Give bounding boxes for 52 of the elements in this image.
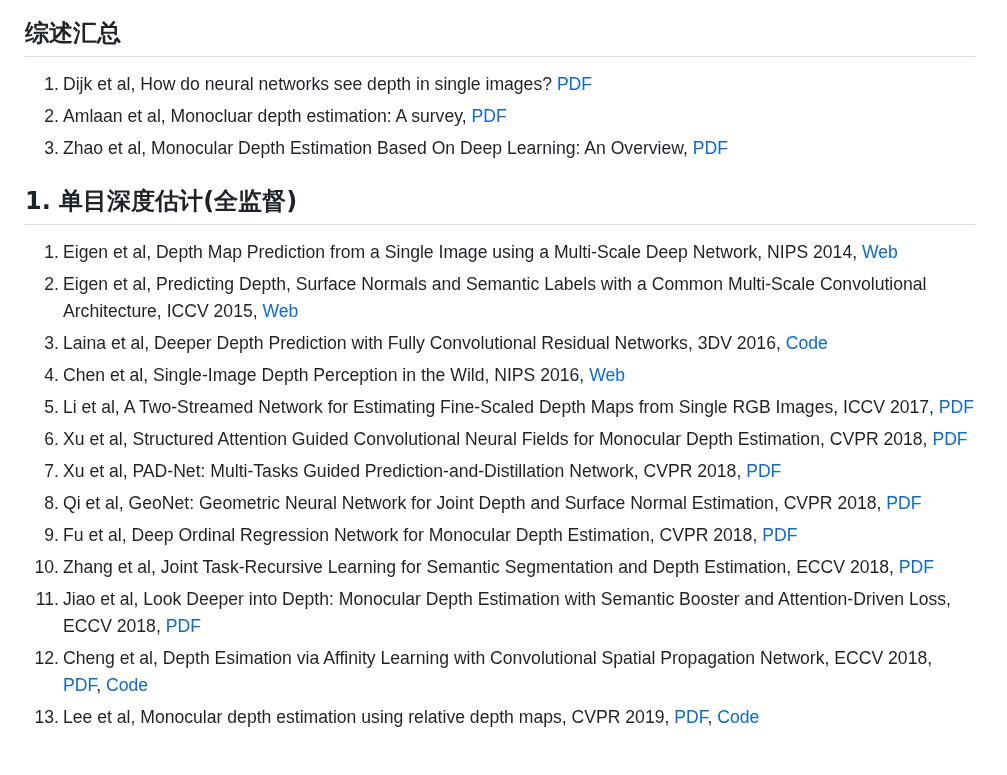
list-number: 9.	[43, 524, 60, 547]
reference-text: Xu et al, Structured Attention Guided Convolutional Neural Fields for Monocular Depth Estimation, CVPR 2018, PDF	[63, 428, 969, 451]
reference-text: Li et al, A Two-Streamed Network for Estimating Fine-Scaled Depth Maps from Single RGB Images, ICCV 2017, PDF	[63, 396, 975, 419]
reference-text: Xu et al, PAD-Net: Multi-Tasks Guided Prediction-and-Distillation Network, CVPR 2018, PDF	[63, 460, 783, 483]
reference-link[interactable]: PDF	[932, 429, 968, 449]
list-number: 1.	[43, 241, 60, 264]
reference-text: Zhao et al, Monocular Depth Estimation Based On Deep Learning: An Overview, PDF	[63, 137, 729, 160]
reference-link[interactable]: PDF	[556, 74, 593, 94]
list-number: 12.	[33, 647, 60, 670]
reference-link[interactable]: Code	[106, 675, 149, 695]
reference-text: Amlaan et al, Monocluar depth estimation: A survey, PDF	[63, 105, 508, 128]
reference-text: Laina et al, Deeper Depth Prediction with Fully Convolutional Residual Networks, 3DV 2016, Code	[63, 332, 829, 355]
reference-link[interactable]: Code	[785, 333, 828, 353]
section-heading: 综述汇总	[25, 16, 975, 57]
reference-link[interactable]: PDF	[674, 707, 708, 727]
reference-link[interactable]: PDF	[762, 525, 798, 545]
reference-text: Fu et al, Deep Ordinal Regression Network for Monocular Depth Estimation, CVPR 2018, PDF	[63, 524, 799, 547]
list-number: 2.	[43, 273, 60, 296]
reference-link[interactable]: PDF	[165, 616, 201, 636]
reference-text: Jiao et al, Look Deeper into Depth: Monocular Depth Estimation with Semantic Booster and Attention-Driven Loss, ECCV 2018, PDF	[63, 588, 952, 638]
reference-link[interactable]: PDF	[886, 493, 922, 513]
reference-link[interactable]: Web	[262, 301, 299, 321]
list-number: 3.	[43, 332, 60, 355]
reference-text: Qi et al, GeoNet: Geometric Neural Network for Joint Depth and Surface Normal Estimation, CVPR 2018, PDF	[63, 492, 923, 515]
list-number: 1.	[43, 73, 60, 96]
reference-link[interactable]: PDF	[746, 461, 782, 481]
list-number: 3.	[43, 137, 60, 160]
reference-link[interactable]: Web	[589, 365, 625, 385]
list-number: 6.	[43, 428, 60, 451]
section-heading: 1. 单目深度估计(全监督)	[25, 184, 975, 225]
reference-link[interactable]: PDF	[471, 106, 507, 126]
reference-link[interactable]: Web	[861, 242, 898, 262]
list-number: 11.	[34, 588, 60, 611]
reference-link[interactable]: PDF	[898, 557, 934, 577]
list-number: 2.	[43, 105, 60, 128]
list-number: 5.	[43, 396, 60, 419]
reference-link[interactable]: PDF	[938, 397, 975, 417]
reference-text: Chen et al, Single-Image Depth Perception in the Wild, NIPS 2016, Web	[63, 364, 626, 387]
reference-link[interactable]: Code	[717, 707, 760, 727]
reference-link[interactable]: PDF	[63, 675, 97, 695]
reference-text: Eigen et al, Predicting Depth, Surface Normals and Semantic Labels with a Common Multi-Scale Convolutional Architecture, ICCV 2015, Web	[63, 273, 928, 323]
reference-text: Dijk et al, How do neural networks see depth in single images? PDF	[63, 73, 594, 96]
list-number: 7.	[43, 460, 60, 483]
list-number: 8.	[43, 492, 60, 515]
reference-text: Cheng et al, Depth Esimation via Affinity Learning with Convolutional Spatial Propagation Network, ECCV 2018, PDF, Code	[63, 647, 934, 697]
list-number: 13.	[33, 706, 60, 729]
reference-text: Lee et al, Monocular depth estimation using relative depth maps, CVPR 2019, PDF, Code	[63, 706, 761, 729]
reference-link[interactable]: PDF	[692, 138, 728, 158]
list-number: 10.	[33, 556, 60, 579]
reference-text: Zhang et al, Joint Task-Recursive Learning for Semantic Segmentation and Depth Estimation, ECCV 2018, PDF	[63, 556, 935, 579]
list-number: 4.	[43, 364, 60, 387]
reference-text: Eigen et al, Depth Map Prediction from a Single Image using a Multi-Scale Deep Network, NIPS 2014, Web	[63, 241, 899, 264]
